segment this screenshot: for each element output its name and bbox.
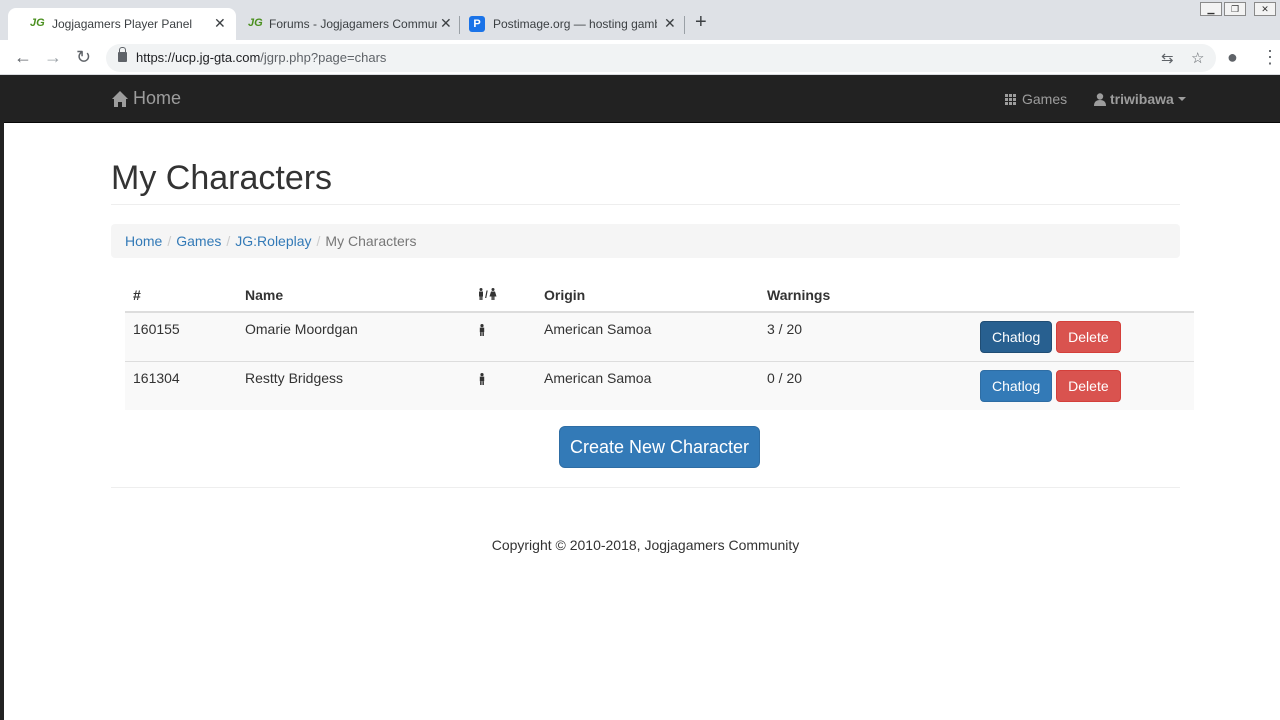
menu-icon[interactable]: ⋮	[1261, 47, 1279, 67]
url-path: /jgrp.php?page=chars	[260, 50, 387, 65]
character-name: Restty Bridgess	[237, 361, 469, 410]
caret-down-icon	[1177, 97, 1186, 101]
tab-separator	[684, 16, 685, 34]
jg-favicon-icon: JG	[30, 17, 45, 29]
browser-toolbar: ← → ↻ https://ucp.jg-gta.com/jgrp.php?pa…	[0, 40, 1280, 75]
breadcrumb-separator: /	[226, 233, 231, 249]
url-text[interactable]: https://ucp.jg-gta.com/jgrp.php?page=cha…	[136, 50, 386, 65]
create-new-character-button[interactable]: Create New Character	[559, 426, 760, 468]
character-origin: American Samoa	[536, 361, 759, 410]
col-header-warnings: Warnings	[759, 276, 972, 313]
delete-button[interactable]: Delete	[1056, 321, 1121, 353]
browser-tab[interactable]: P Postimage.org — hosting gamba ✕	[460, 8, 684, 40]
character-id: 160155	[125, 311, 237, 362]
breadcrumb: Home / Games / JG:Roleplay / My Characte…	[111, 224, 1180, 258]
character-name: Omarie Moordgan	[237, 311, 469, 362]
forward-arrow-icon[interactable]: →	[44, 47, 62, 67]
character-warnings: 0 / 20	[759, 361, 972, 410]
close-icon[interactable]: ✕	[664, 15, 676, 32]
chatlog-button[interactable]: Chatlog	[980, 321, 1053, 353]
breadcrumb-jg-roleplay[interactable]: JG:Roleplay	[235, 233, 311, 249]
home-icon	[112, 90, 128, 107]
postimage-favicon-icon: P	[469, 16, 485, 32]
star-icon[interactable]: ☆	[1191, 49, 1204, 67]
divider	[111, 204, 1180, 205]
character-gender	[469, 311, 536, 362]
character-id: 161304	[125, 361, 237, 410]
translate-icon[interactable]: ⇆	[1161, 49, 1174, 67]
user-name: triwibawa	[1110, 91, 1174, 107]
table-row: 160155 Omarie Moordgan American Samoa 3 …	[125, 311, 1194, 362]
close-icon[interactable]: ✕	[440, 15, 452, 32]
tab-title: Postimage.org — hosting gamba	[493, 17, 657, 31]
jg-favicon-icon: JG	[248, 17, 263, 29]
reload-icon[interactable]: ↻	[76, 47, 91, 67]
nav-games-label: Games	[1022, 91, 1068, 107]
col-header-origin: Origin	[536, 276, 759, 313]
user-icon	[1094, 92, 1106, 106]
nav-home-link[interactable]: Home	[111, 88, 181, 109]
character-origin: American Samoa	[536, 311, 759, 362]
breadcrumb-separator: /	[316, 233, 321, 249]
nav-games-link[interactable]: Games	[1005, 91, 1067, 107]
browser-tab[interactable]: JG Forums - Jogjagamers Communi ✕	[236, 8, 460, 40]
restore-icon[interactable]: ❐	[1224, 2, 1246, 16]
new-tab-icon[interactable]: +	[695, 12, 707, 32]
male-icon	[479, 373, 485, 386]
row-actions: Chatlog Delete	[972, 311, 1194, 362]
account-icon[interactable]: ●	[1227, 47, 1238, 67]
col-header-name: Name	[237, 276, 469, 313]
browser-tabstrip: JG Jogjagamers Player Panel ✕ JG Forums …	[0, 0, 1280, 40]
url-host: https://ucp.jg-gta.com	[136, 50, 261, 65]
grid-icon	[1005, 93, 1016, 105]
tab-title: Forums - Jogjagamers Communi	[269, 17, 437, 31]
nav-home-label: Home	[133, 88, 182, 108]
copyright-text: Copyright © 2010-2018, Jogjagamers Commu…	[491, 537, 800, 553]
window-edge	[0, 75, 4, 720]
gender-header-icon: /	[479, 288, 497, 301]
page-title: My Characters	[111, 159, 333, 197]
table-header-row: # Name / Origin Warnings	[125, 276, 1194, 313]
character-gender	[469, 361, 536, 410]
address-bar[interactable]: https://ucp.jg-gta.com/jgrp.php?page=cha…	[106, 44, 1216, 72]
chatlog-button[interactable]: Chatlog	[980, 370, 1053, 402]
table-row: 161304 Restty Bridgess American Samoa 0 …	[125, 361, 1194, 410]
close-icon[interactable]: ✕	[214, 15, 226, 32]
footer-divider	[111, 487, 1180, 488]
browser-tab-active[interactable]: JG Jogjagamers Player Panel ✕	[8, 8, 236, 40]
svg-text:/: /	[485, 290, 488, 300]
breadcrumb-home[interactable]: Home	[125, 233, 162, 249]
back-arrow-icon[interactable]: ←	[14, 47, 32, 67]
row-actions: Chatlog Delete	[972, 361, 1194, 410]
minimize-icon[interactable]: ▁	[1200, 2, 1222, 16]
col-header-actions	[972, 276, 1194, 313]
breadcrumb-separator: /	[167, 233, 172, 249]
tab-title: Jogjagamers Player Panel	[52, 17, 193, 31]
delete-button[interactable]: Delete	[1056, 370, 1121, 402]
characters-table: # Name / Origin Warnings 160155 Omarie M…	[125, 276, 1194, 410]
page-content: Home Games triwibawa My Characters Home …	[0, 75, 1280, 720]
window-close-icon[interactable]: ✕	[1254, 2, 1276, 16]
breadcrumb-games[interactable]: Games	[176, 233, 221, 249]
user-dropdown[interactable]: triwibawa	[1094, 91, 1186, 107]
lock-icon	[118, 47, 127, 62]
breadcrumb-current: My Characters	[325, 233, 417, 249]
character-warnings: 3 / 20	[759, 311, 972, 362]
male-icon	[479, 324, 485, 337]
col-header-id: #	[125, 276, 237, 313]
top-navbar: Home Games triwibawa	[4, 75, 1280, 123]
col-header-gender: /	[469, 276, 536, 313]
